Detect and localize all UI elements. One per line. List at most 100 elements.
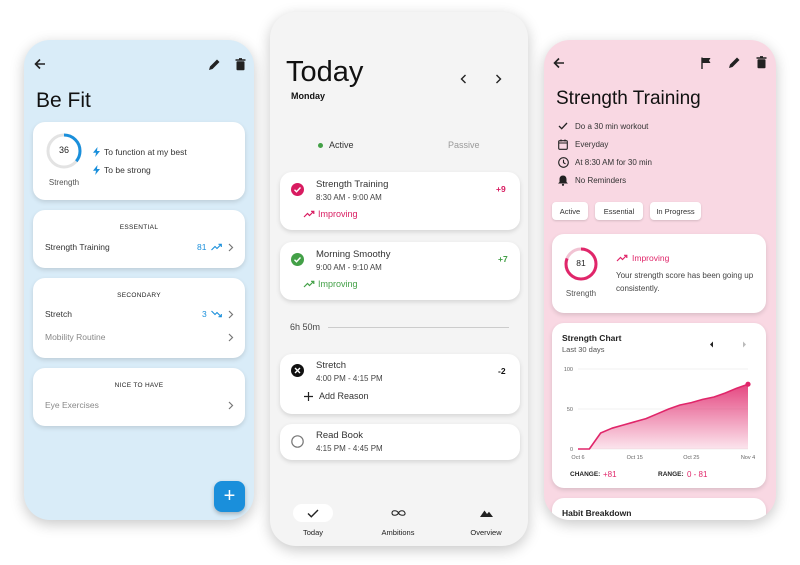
y-tick-label: 100 <box>564 367 573 373</box>
habit-card[interactable]: Read Book 4:15 PM - 4:45 PM <box>280 424 520 460</box>
strength-chart: 0 50 100 Oct 6 Oct 15 Oct 25 Nov 4 <box>564 367 755 461</box>
chevron-right-icon <box>228 333 234 342</box>
score-card[interactable]: 36 Strength To function at my best To be… <box>33 122 245 200</box>
habit-name: Morning Smoothy <box>316 249 391 260</box>
cancel-circle-icon <box>291 364 304 377</box>
edit-pencil-icon[interactable] <box>206 56 222 72</box>
active-dot-icon <box>318 142 323 148</box>
nav-label: Ambitions <box>381 528 415 537</box>
section-card-essential: ESSENTIAL Strength Training 81 <box>33 210 245 268</box>
lightning-icon <box>93 165 100 175</box>
chart-card: Strength Chart Last 30 days 0 50 100 Oct 6 O… <box>552 323 766 488</box>
trend-down-icon <box>211 310 222 318</box>
x-tick-label: Oct 25 <box>683 455 699 461</box>
be-fit-screen: Be Fit 36 Strength To function at my bes… <box>24 40 254 520</box>
habit-time: 4:00 PM - 4:15 PM <box>316 374 383 383</box>
habit-delta: -2 <box>498 366 506 376</box>
list-item[interactable]: Stretch 3 <box>45 308 235 322</box>
delete-trash-icon[interactable] <box>756 56 767 69</box>
habit-status: Improving <box>318 279 358 289</box>
edit-pencil-icon[interactable] <box>728 56 741 69</box>
reason-text: To function at my best <box>104 147 187 157</box>
tab-label: Active <box>329 140 354 150</box>
x-tick-label: Oct 15 <box>627 455 643 461</box>
score-card: 81 Strength Improving Your strength scor… <box>552 234 766 313</box>
habit-time: 4:15 PM - 4:45 PM <box>316 444 383 453</box>
clock-icon <box>558 157 569 168</box>
page-title: Strength Training <box>556 88 701 109</box>
habit-card[interactable]: Strength Training 8:30 AM - 9:00 AM +9 I… <box>280 172 520 230</box>
list-item[interactable]: Mobility Routine <box>45 331 235 345</box>
data-point <box>745 381 751 387</box>
score-label: Strength <box>48 178 80 187</box>
x-tick-label: Nov 4 <box>741 455 755 461</box>
trend-up-icon <box>303 210 315 218</box>
habit-name: Stretch <box>316 360 347 371</box>
check-circle-icon <box>291 253 304 266</box>
score-status: Improving <box>632 253 670 263</box>
section-header: ESSENTIAL <box>119 224 159 231</box>
score-description: Your strength score has been going up co… <box>616 271 754 293</box>
habit-status: Improving <box>318 209 358 219</box>
back-arrow-icon[interactable] <box>32 56 48 72</box>
day-subtitle: Monday <box>291 91 326 101</box>
status-badge: Active <box>552 202 588 220</box>
y-tick-label: 0 <box>570 447 573 453</box>
x-tick-label: Oct 6 <box>571 455 584 461</box>
empty-circle-icon <box>291 435 304 448</box>
check-icon <box>558 122 568 130</box>
y-tick-label: 50 <box>567 407 573 413</box>
status-badge: Essential <box>595 202 643 220</box>
detail-text: Everyday <box>575 140 609 149</box>
chart-title: Strength Chart <box>562 333 622 343</box>
habit-name: Mobility Routine <box>45 332 106 342</box>
habit-card[interactable]: Stretch 4:00 PM - 4:15 PM -2 Add Reason <box>280 354 520 414</box>
habit-time: 8:30 AM - 9:00 AM <box>316 193 382 202</box>
nav-item-overview[interactable]: Overview <box>461 504 511 542</box>
reason-text: To be strong <box>104 165 151 175</box>
flag-icon[interactable] <box>701 57 712 69</box>
change-label: CHANGE: <box>570 471 601 478</box>
calendar-icon <box>558 139 568 150</box>
trend-up-icon <box>303 280 315 288</box>
list-item[interactable]: Strength Training 81 <box>45 241 235 255</box>
section-header: SECONDARY <box>117 292 161 299</box>
chart-subtitle: Last 30 days <box>562 345 605 354</box>
habit-breakdown-card[interactable]: Habit Breakdown <box>552 498 766 520</box>
score-ring: 81 <box>563 246 599 282</box>
section-header: NICE TO HAVE <box>114 382 164 389</box>
strength-training-screen: Strength Training Do a 30 min workout Ev… <box>544 40 776 520</box>
detail-text: No Reminders <box>575 176 627 185</box>
tab-passive[interactable]: Passive <box>448 140 480 150</box>
page-title: Today <box>286 56 364 88</box>
chevron-right-icon[interactable] <box>742 341 747 348</box>
nav-item-today[interactable]: Today <box>288 504 338 542</box>
habit-name: Strength Training <box>45 242 110 252</box>
score-value: 36 <box>58 145 69 155</box>
check-icon <box>293 504 333 522</box>
reason-row: To be strong <box>93 165 151 175</box>
add-reason-button[interactable]: Add Reason <box>319 391 369 401</box>
habit-delta: +9 <box>496 184 506 194</box>
trend-up-icon <box>616 254 628 262</box>
add-fab-button[interactable]: + <box>214 481 245 512</box>
status-badge: In Progress <box>650 202 701 220</box>
habit-name: Strength Training <box>316 179 389 190</box>
habit-time: 9:00 AM - 9:10 AM <box>316 263 382 272</box>
habit-name: Read Book <box>316 430 364 441</box>
score-ring: 36 <box>45 132 83 170</box>
section-card-nice-to-have: NICE TO HAVE Eye Exercises <box>33 368 245 426</box>
chevron-right-icon[interactable] <box>495 74 502 84</box>
back-arrow-icon[interactable] <box>552 56 566 70</box>
reason-row: To function at my best <box>93 147 187 157</box>
delete-trash-icon[interactable] <box>232 56 248 72</box>
habit-name: Eye Exercises <box>45 400 99 410</box>
page-title: Be Fit <box>36 89 91 112</box>
tab-active[interactable]: Active <box>318 140 354 150</box>
nav-label: Today <box>302 528 323 537</box>
habit-card[interactable]: Morning Smoothy 9:00 AM - 9:10 AM +7 Imp… <box>280 242 520 300</box>
chevron-left-icon[interactable] <box>709 341 714 348</box>
list-item[interactable]: Eye Exercises <box>45 399 235 413</box>
nav-item-ambitions[interactable]: Ambitions <box>373 504 423 542</box>
chevron-left-icon[interactable] <box>460 74 467 84</box>
